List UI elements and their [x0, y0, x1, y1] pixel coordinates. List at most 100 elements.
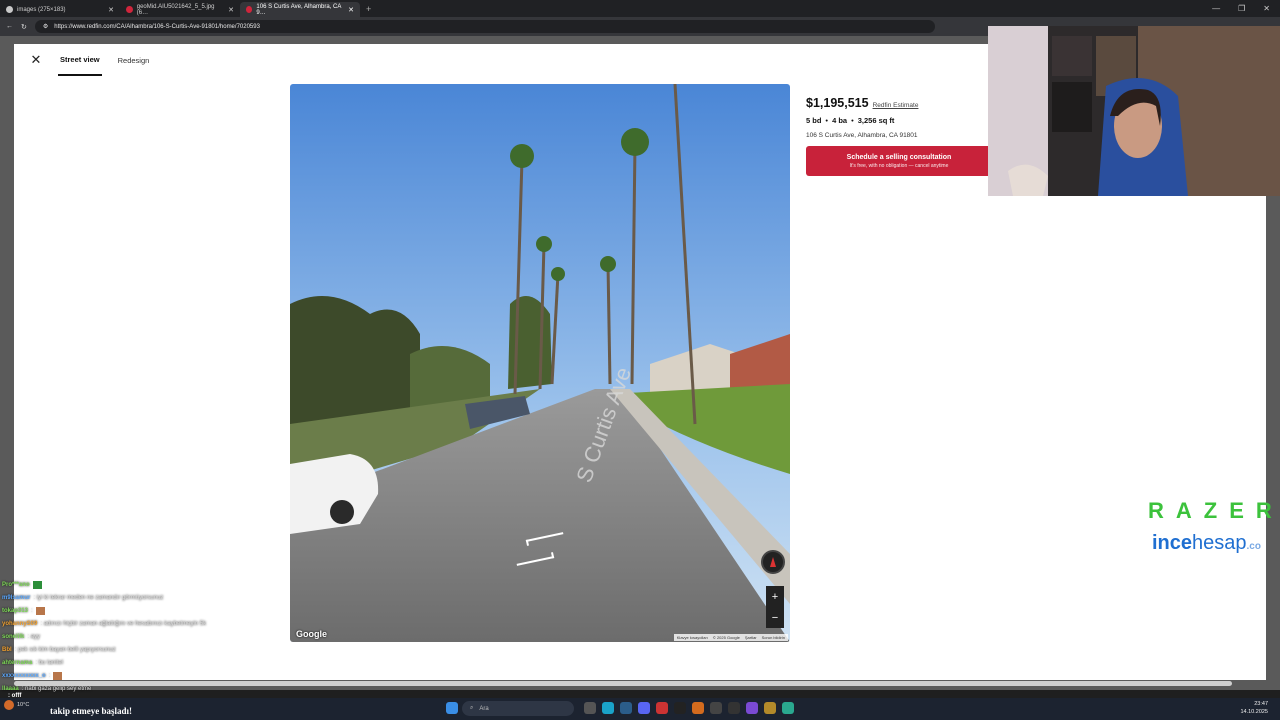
chat-username: m9lsamur: [2, 594, 31, 601]
terminal-icon[interactable]: [674, 702, 686, 714]
estimated-price: $1,195,515: [806, 96, 869, 110]
square-feet: 3,256 sq ft: [857, 116, 895, 125]
twitch-icon[interactable]: [746, 702, 758, 714]
separator-dot: •: [851, 116, 854, 125]
edge-icon[interactable]: [602, 702, 614, 714]
clock-time: 23:47: [1254, 701, 1268, 707]
zoom-in-button[interactable]: +: [772, 591, 778, 603]
compass-icon[interactable]: [761, 550, 785, 574]
tab-title: geoMid.AIU5021642_5_5.jpg (6…: [136, 3, 215, 16]
browser-tab-geomid[interactable]: geoMid.AIU5021642_5_5.jpg (6… ✕: [120, 2, 240, 17]
system-clock[interactable]: 23:47 14.10.2025: [1240, 700, 1268, 716]
tab-title: 106 S Curtis Ave, Alhambra, CA 9…: [256, 3, 342, 16]
close-tab-icon[interactable]: ✕: [108, 6, 114, 14]
chat-username: sonelilk: [2, 633, 25, 640]
zoom-out-button[interactable]: −: [772, 612, 778, 624]
minimize-icon[interactable]: —: [1212, 4, 1220, 13]
chat-username: xxxxxxxxxxx_o: [2, 672, 46, 679]
url-text: https://www.redfin.com/CA/Alhambra/106-S…: [54, 23, 260, 30]
chat-text: : iyi ki tekrar meden ne zamandır görmüy…: [33, 594, 164, 601]
close-tab-icon[interactable]: ✕: [348, 6, 354, 14]
start-icon[interactable]: [446, 702, 458, 714]
close-icon[interactable]: ✕: [28, 52, 44, 68]
keyboard-shortcuts-link[interactable]: Klavye kısayolları: [677, 635, 708, 640]
emote-icon: [32, 580, 42, 589]
chat-text: :: [48, 672, 51, 679]
restore-icon[interactable]: ❐: [1238, 4, 1245, 13]
schedule-consultation-button[interactable]: Schedule a selling consultation It's fre…: [806, 146, 992, 176]
app-icon[interactable]: [764, 702, 776, 714]
chat-username: Bbl: [2, 646, 12, 653]
chat-message: yohannyS09: adınızı hiçbir zaman ağlattı…: [2, 617, 302, 630]
zoom-control: + −: [766, 586, 784, 628]
close-window-icon[interactable]: ✕: [1263, 4, 1270, 13]
steam-icon[interactable]: [620, 702, 632, 714]
browser-tab-bar: images (275×183) ✕ geoMid.AIU5021642_5_5…: [0, 0, 1280, 17]
page-icon: [6, 6, 13, 13]
weather-widget[interactable]: 10°C: [4, 700, 29, 710]
vlc-icon[interactable]: [692, 702, 704, 714]
chat-message: Pro***ano: [2, 578, 302, 591]
chat-text: : bu tanitel: [35, 659, 64, 666]
search-placeholder: Ara: [479, 705, 489, 712]
clock-date: 14.10.2025: [1240, 709, 1268, 715]
incehesap-logo-part2: hesap: [1192, 532, 1247, 554]
reload-icon[interactable]: ↻: [21, 23, 27, 31]
webcam-overlay: [988, 26, 1280, 196]
chat-message: tokap313:: [2, 604, 302, 617]
razer-logo: RAZER: [1148, 498, 1280, 523]
taskbar-pinned-apps: [446, 702, 458, 714]
discord-icon[interactable]: [638, 702, 650, 714]
tab-redesign[interactable]: Redesign: [118, 44, 150, 76]
close-tab-icon[interactable]: ✕: [228, 6, 234, 14]
incehesap-logo: incehesap.co: [1152, 532, 1261, 555]
taskbar-search[interactable]: ⌕ Ara: [462, 701, 574, 716]
weather-icon: [4, 700, 14, 710]
chat-text: : adınızı hiçbir zaman ağlattığını ve he…: [40, 620, 207, 627]
redfin-estimate-link[interactable]: Redfin Estimate: [873, 102, 919, 109]
baths: 4 ba: [832, 116, 848, 125]
home-stats: 5 bd • 4 ba • 3,256 sq ft: [806, 116, 996, 125]
xbox-icon[interactable]: [710, 702, 722, 714]
chat-message: m9lsamur: iyi ki tekrar meden ne zamandı…: [2, 591, 302, 604]
browser-tab-images[interactable]: images (275×183) ✕: [0, 2, 120, 17]
browser-tab-redfin[interactable]: 106 S Curtis Ave, Alhambra, CA 9… ✕: [240, 2, 360, 17]
taskbar-apps: [584, 702, 794, 714]
new-tab-icon[interactable]: +: [366, 4, 371, 14]
search-icon: ⌕: [470, 705, 474, 711]
task-view-icon[interactable]: [584, 702, 596, 714]
redfin-icon: [246, 6, 253, 13]
separator-dot: •: [825, 116, 829, 125]
chat-text: : nabi gaza gelip sey etme: [21, 685, 92, 692]
listing-summary: $1,195,515 Redfin Estimate 5 bd • 4 ba •…: [806, 96, 996, 176]
site-info-icon[interactable]: ⚙: [43, 23, 48, 30]
street-view-panorama[interactable]: S Curtis Ave + − Google Klavye kısayolla…: [290, 84, 790, 642]
chat-text: :: [31, 607, 33, 614]
chat-message: ahternama: bu tanitel: [2, 656, 302, 669]
terms-link[interactable]: Şartlar: [745, 635, 757, 640]
cta-subtitle: It's free, with no obligation — cancel a…: [849, 162, 949, 169]
incehesap-logo-part1: ince: [1152, 532, 1193, 554]
app-icon[interactable]: [656, 702, 668, 714]
follow-alert: takip etmeye başladı!: [50, 706, 132, 716]
weather-temp: 10°C: [17, 702, 30, 708]
stream-chat-overlay: Pro***ano m9lsamur: iyi ki tekrar meden …: [2, 578, 302, 695]
report-problem-link[interactable]: Sorun bildirin: [762, 635, 785, 640]
emote-icon: [35, 606, 45, 615]
tab-title: images (275×183): [17, 6, 66, 13]
chrome-icon[interactable]: [782, 702, 794, 714]
emote-icon: [53, 671, 63, 680]
back-icon[interactable]: ←: [6, 23, 13, 30]
price-row: $1,195,515 Redfin Estimate: [806, 96, 996, 110]
chat-username: llaaaa: [2, 685, 19, 692]
copyright-text: © 2025 Google: [712, 635, 740, 640]
horizontal-scrollbar[interactable]: [14, 681, 1232, 686]
window-controls: — ❐ ✕: [1212, 4, 1280, 13]
tab-street-view[interactable]: Street view: [58, 44, 102, 76]
app-icon[interactable]: [728, 702, 740, 714]
chat-text: : ayy: [27, 633, 41, 640]
chat-message: Bbl: pek sık kim bayan belli yapıyorsunu…: [2, 643, 302, 656]
address-bar[interactable]: ⚙ https://www.redfin.com/CA/Alhambra/106…: [34, 20, 935, 33]
chat-username: tokap313: [2, 607, 29, 614]
chat-username: yohannyS09: [2, 620, 38, 627]
